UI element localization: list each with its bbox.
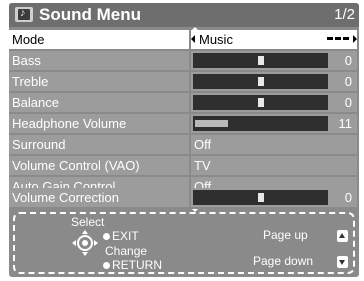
menu-row-volume-control[interactable]: Volume Control (VAO) TV [9,156,359,175]
sound-menu: Sound Menu 1/2 Mode Music Bass 0 Treble … [9,3,359,277]
treble-value: 0 [344,74,352,89]
slider-track [193,53,328,68]
help-select-label: Select [71,215,105,229]
slider-track [193,116,328,131]
menu-row-surround[interactable]: Surround Off [9,135,359,154]
page-down-icon[interactable] [337,256,348,268]
row-label: Surround [9,135,189,154]
headphone-volume-value: 11 [338,116,353,131]
row-label: Volume Correction [9,188,189,207]
bass-value: 0 [344,53,352,68]
mode-right-arrow-icon[interactable] [353,35,357,43]
slider-knob[interactable] [258,56,264,65]
menu-title: Sound Menu [39,5,141,24]
help-exit-label: EXIT [112,229,139,243]
treble-slider[interactable]: 0 [191,72,357,91]
headphone-volume-slider[interactable]: 11 [191,114,357,133]
mode-position-indicator-icon [327,37,349,40]
row-label: Bass [9,51,189,70]
menu-row-headphone-volume[interactable]: Headphone Volume 11 [9,114,359,133]
balance-value: 0 [344,95,352,110]
help-page-up-label: Page up [263,228,308,242]
row-label: Balance [9,93,189,112]
slider-knob[interactable] [258,98,264,107]
menu-row-volume-correction[interactable]: Volume Correction 0 [9,188,359,207]
balance-slider[interactable]: 0 [191,93,357,112]
surround-value[interactable]: Off [191,135,357,154]
row-label: Mode [9,30,189,49]
menu-row-treble[interactable]: Treble 0 [9,72,359,91]
row-label: Treble [9,72,189,91]
menu-row-balance[interactable]: Balance 0 [9,93,359,112]
help-panel: Select EXIT Change RETURN Page up Page d… [13,212,355,274]
mode-value: Music [199,32,233,47]
slider-track [193,190,328,205]
slider-knob[interactable] [258,193,264,202]
volume-control-value[interactable]: TV [191,156,357,175]
slider-track [193,74,328,89]
help-return-label: RETURN [112,258,162,272]
help-page-down-label: Page down [253,254,314,268]
bass-slider[interactable]: 0 [191,51,357,70]
volume-correction-slider[interactable]: 0 [191,188,357,207]
menu-row-bass[interactable]: Bass 0 [9,51,359,70]
mode-left-arrow-icon[interactable] [191,35,195,43]
help-change-label: Change [105,244,148,258]
slider-track [193,95,328,110]
dpad-icon [72,230,98,256]
sound-note-icon [15,6,33,22]
slider-knob[interactable] [258,77,264,86]
volume-correction-value: 0 [344,190,352,205]
page-indicator: 1/2 [334,6,355,23]
exit-dot-icon [103,233,110,240]
volume-fill-bar [195,120,228,127]
return-dot-icon [103,262,110,269]
menu-row-mode[interactable]: Mode Music [9,30,359,49]
menu-title-bar: Sound Menu 1/2 [9,3,359,27]
row-label: Volume Control (VAO) [9,156,189,175]
page-up-icon[interactable] [337,230,348,242]
row-label: Headphone Volume [9,114,189,133]
